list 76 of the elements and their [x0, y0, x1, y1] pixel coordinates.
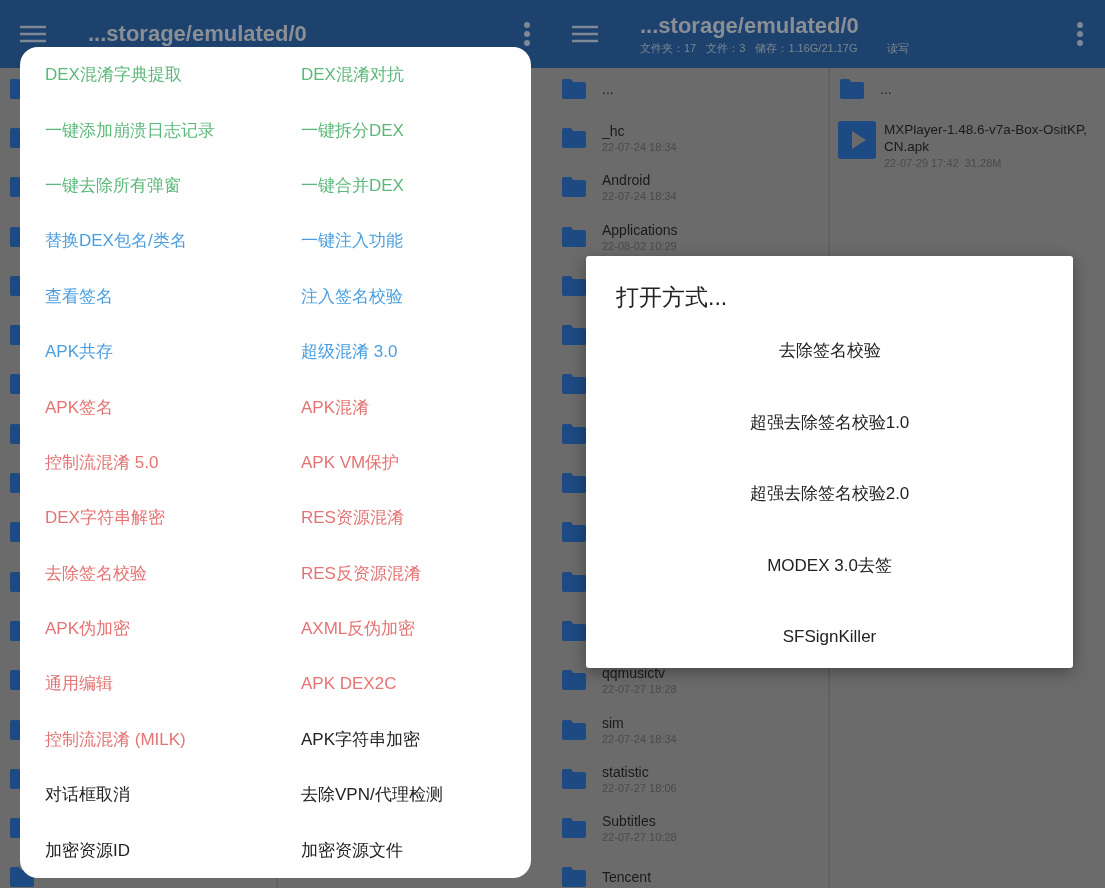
folder-icon — [562, 226, 586, 247]
menu-option[interactable]: RES反资源混淆 — [301, 561, 421, 585]
menu-option[interactable]: APK字符串加密 — [301, 727, 421, 751]
folder-name[interactable]: qqmusictv — [602, 665, 677, 682]
folder-name[interactable]: statistic — [602, 763, 677, 780]
dialog-title: 打开方式... — [616, 283, 728, 312]
menu-option[interactable]: 一键添加崩溃日志记录 — [45, 118, 215, 142]
folder-icon — [562, 473, 586, 493]
open-with-option[interactable]: SFSignKiller — [782, 626, 877, 647]
folder-name[interactable]: Applications — [602, 221, 678, 238]
menu-option[interactable]: APK共存 — [45, 340, 114, 364]
file-name[interactable]: MXPlayer-1.48.6-v7a-Box-OsitKP, CN.apk — [884, 121, 1105, 156]
folder-icon — [562, 768, 586, 789]
menu-option[interactable]: 注入签名校验 — [301, 284, 403, 308]
folder-icon — [562, 374, 586, 395]
menu-option[interactable]: 替换DEX包名/类名 — [45, 229, 187, 253]
folder-icon — [562, 275, 586, 296]
folder-name[interactable]: Android — [602, 172, 677, 189]
menu-option[interactable]: DEX混淆对抗 — [301, 63, 404, 87]
storage-info: 文件夹：17 — [640, 40, 697, 56]
folder-icon — [562, 423, 586, 444]
menu-option[interactable]: APK混淆 — [301, 395, 370, 419]
folder-icon — [562, 177, 586, 198]
path-title: ...storage/emulated/0 — [88, 21, 308, 47]
folder-icon — [562, 867, 586, 888]
folder-icon — [562, 620, 586, 641]
play-file-icon — [838, 121, 876, 160]
more-icon[interactable] — [1076, 22, 1084, 46]
menu-option[interactable]: 对话框取消 — [45, 783, 130, 807]
folder-icon — [562, 670, 586, 691]
menu-option[interactable]: APK VM保护 — [301, 450, 400, 474]
menu-option[interactable]: 一键注入功能 — [301, 229, 403, 253]
folder-name[interactable]: Tencent — [602, 869, 652, 886]
menu-option[interactable]: 加密资源ID — [45, 838, 130, 862]
menu-option[interactable]: DEX混淆字典提取 — [45, 63, 182, 87]
folder-icon — [562, 571, 586, 592]
storage-info: 储存：1.16G/21.17G — [755, 40, 858, 56]
storage-info: 读写 — [887, 40, 910, 56]
menu-option[interactable]: 查看签名 — [45, 284, 113, 308]
folder-name[interactable]: sim — [602, 714, 677, 731]
folder-name[interactable]: ... — [602, 80, 614, 97]
menu-option[interactable]: APK签名 — [45, 395, 114, 419]
menu-option[interactable]: 去除VPN/代理检测 — [301, 783, 443, 807]
menu-option[interactable]: 控制流混淆 (MILK) — [45, 727, 186, 751]
menu-option[interactable]: AXML反伪加密 — [301, 617, 416, 641]
folder-icon — [562, 522, 586, 543]
folder-name[interactable]: _hc — [602, 122, 677, 139]
open-with-option[interactable]: 去除签名校验 — [778, 339, 881, 363]
menu-option[interactable]: 一键合并DEX — [301, 173, 404, 197]
menu-option[interactable]: 一键去除所有弹窗 — [45, 173, 181, 197]
open-with-option[interactable]: 超强去除签名校验2.0 — [749, 482, 910, 506]
menu-option[interactable]: RES资源混淆 — [301, 506, 404, 530]
menu-icon[interactable] — [572, 25, 598, 43]
folder-icon — [562, 78, 586, 99]
menu-icon[interactable] — [20, 25, 46, 43]
folder-icon — [840, 78, 864, 99]
folder-icon — [562, 818, 586, 839]
menu-option[interactable]: 控制流混淆 5.0 — [45, 450, 159, 474]
folder-name[interactable]: ... — [880, 80, 892, 97]
menu-option[interactable]: 一键拆分DEX — [301, 118, 404, 142]
open-with-option[interactable]: 超强去除签名校验1.0 — [749, 410, 910, 434]
path-title: ...storage/emulated/0 — [640, 12, 860, 39]
menu-option[interactable]: 通用编辑 — [45, 672, 113, 696]
menu-option[interactable]: 去除签名校验 — [45, 561, 147, 585]
storage-info: 文件：3 — [706, 40, 746, 56]
menu-option[interactable]: APK DEX2C — [301, 674, 397, 694]
folder-icon — [562, 127, 586, 148]
menu-option[interactable]: APK伪加密 — [45, 617, 131, 641]
more-icon[interactable] — [523, 22, 531, 46]
folder-icon — [562, 325, 586, 346]
folder-icon — [562, 719, 586, 740]
folder-name[interactable]: Subtitles — [602, 813, 677, 830]
menu-option[interactable]: DEX字符串解密 — [45, 506, 165, 530]
menu-option[interactable]: 加密资源文件 — [301, 838, 403, 862]
menu-option[interactable]: 超级混淆 3.0 — [301, 340, 398, 364]
open-with-option[interactable]: MODEX 3.0去签 — [767, 553, 892, 577]
